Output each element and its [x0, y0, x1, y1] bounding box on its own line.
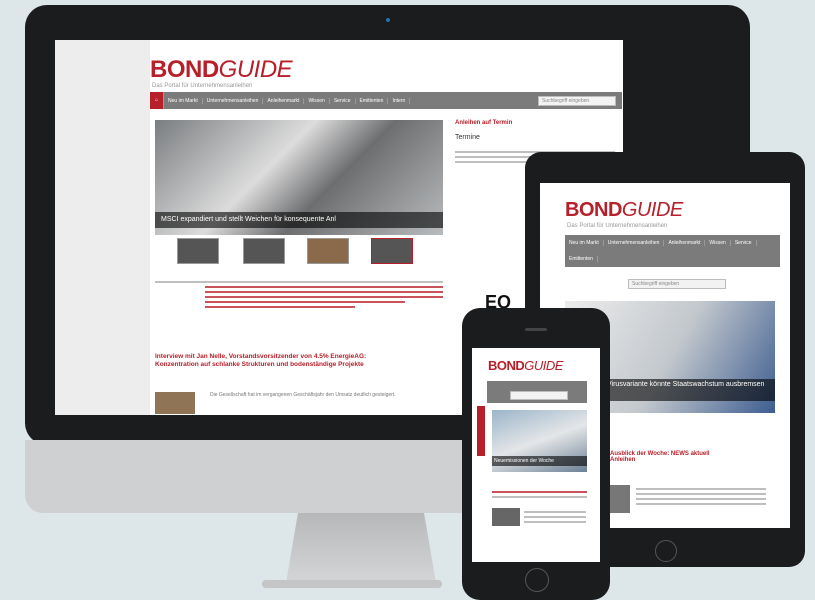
article-body — [636, 485, 766, 508]
phone-screen: BONDGUIDE Neuemissionen der Woche — [472, 348, 600, 562]
nav-item[interactable]: Anleihenmarkt — [664, 240, 706, 246]
home-button — [525, 568, 549, 592]
sidebar-sub: Termine — [455, 134, 480, 141]
nav-item[interactable]: Neu im Markt — [565, 240, 604, 246]
article-image[interactable] — [155, 392, 195, 414]
article-body: Die Gesellschaft hat im vergangenen Gesc… — [210, 392, 396, 398]
hero-caption[interactable]: Virusvariante könnte Staatswachstum ausb… — [603, 379, 775, 401]
nav-item[interactable]: Unternehmensanleihen — [604, 240, 665, 246]
news-list — [155, 278, 443, 311]
monitor-base — [262, 580, 442, 588]
nav-item[interactable]: Intern — [388, 97, 411, 104]
hero-caption[interactable]: MSCI expandiert und stellt Weichen für k… — [155, 212, 443, 228]
tagline: Das Portal für Unternehmensanleihen — [152, 83, 253, 89]
main-nav: Neu im Markt Unternehmensanleihen Anleih… — [565, 235, 780, 267]
nav-item[interactable]: Unternehmensanleihen — [203, 97, 264, 104]
article-title[interactable]: Interview mit Jan Nelle, Vorstandsvorsit… — [155, 353, 395, 369]
speaker — [525, 328, 547, 331]
nav-item[interactable]: Service — [330, 97, 356, 104]
hero-caption[interactable]: Neuemissionen der Woche — [492, 456, 587, 466]
list-item[interactable] — [205, 286, 443, 288]
home-icon[interactable]: ⌂ — [150, 92, 165, 109]
nav-item[interactable]: Neu im Markt — [164, 97, 203, 104]
nav-item[interactable]: Emittenten — [356, 97, 389, 104]
list-item[interactable] — [205, 301, 405, 303]
monitor-stand — [286, 513, 436, 583]
list-item[interactable] — [155, 281, 443, 283]
article-body — [524, 508, 586, 526]
side-tab[interactable] — [477, 406, 485, 456]
tagline: Das Portal für Unternehmensanleihen — [567, 223, 668, 229]
brand-logo[interactable]: BONDGUIDE — [565, 199, 683, 222]
search-input[interactable]: Suchbegriff eingeben — [628, 279, 726, 289]
nav-item[interactable]: Wissen — [304, 97, 330, 104]
article-image[interactable] — [610, 485, 630, 513]
thumbnail-strip — [155, 238, 443, 264]
news-list — [492, 488, 587, 501]
article-image[interactable] — [492, 508, 520, 526]
thumbnail[interactable] — [177, 238, 219, 264]
article-title[interactable]: Ausblick der Woche: NEWS aktuell Anleihe… — [610, 451, 720, 463]
list-item[interactable] — [205, 296, 443, 298]
sidebar-title: Anleihen auf Termin — [455, 120, 513, 126]
brand-logo[interactable]: BONDGUIDE — [488, 358, 563, 373]
list-item[interactable] — [205, 306, 355, 308]
nav-item[interactable]: Service — [731, 240, 757, 246]
nav-item[interactable]: Emittenten — [565, 256, 598, 262]
main-nav: ⌂ Neu im Markt Unternehmensanleihen Anle… — [150, 92, 622, 109]
nav-item[interactable]: Anleihenmarkt — [263, 97, 305, 104]
brand-logo[interactable]: BONDGUIDE — [150, 56, 293, 84]
thumbnail[interactable] — [307, 238, 349, 264]
search-input[interactable] — [510, 391, 568, 400]
search-input[interactable]: Suchbegriff eingeben — [538, 95, 616, 106]
thumbnail[interactable] — [243, 238, 285, 264]
thumbnail[interactable] — [371, 238, 413, 264]
nav-item[interactable]: Wissen — [705, 240, 731, 246]
list-item[interactable] — [205, 291, 443, 293]
home-button — [655, 540, 677, 562]
camera-icon — [386, 18, 390, 22]
